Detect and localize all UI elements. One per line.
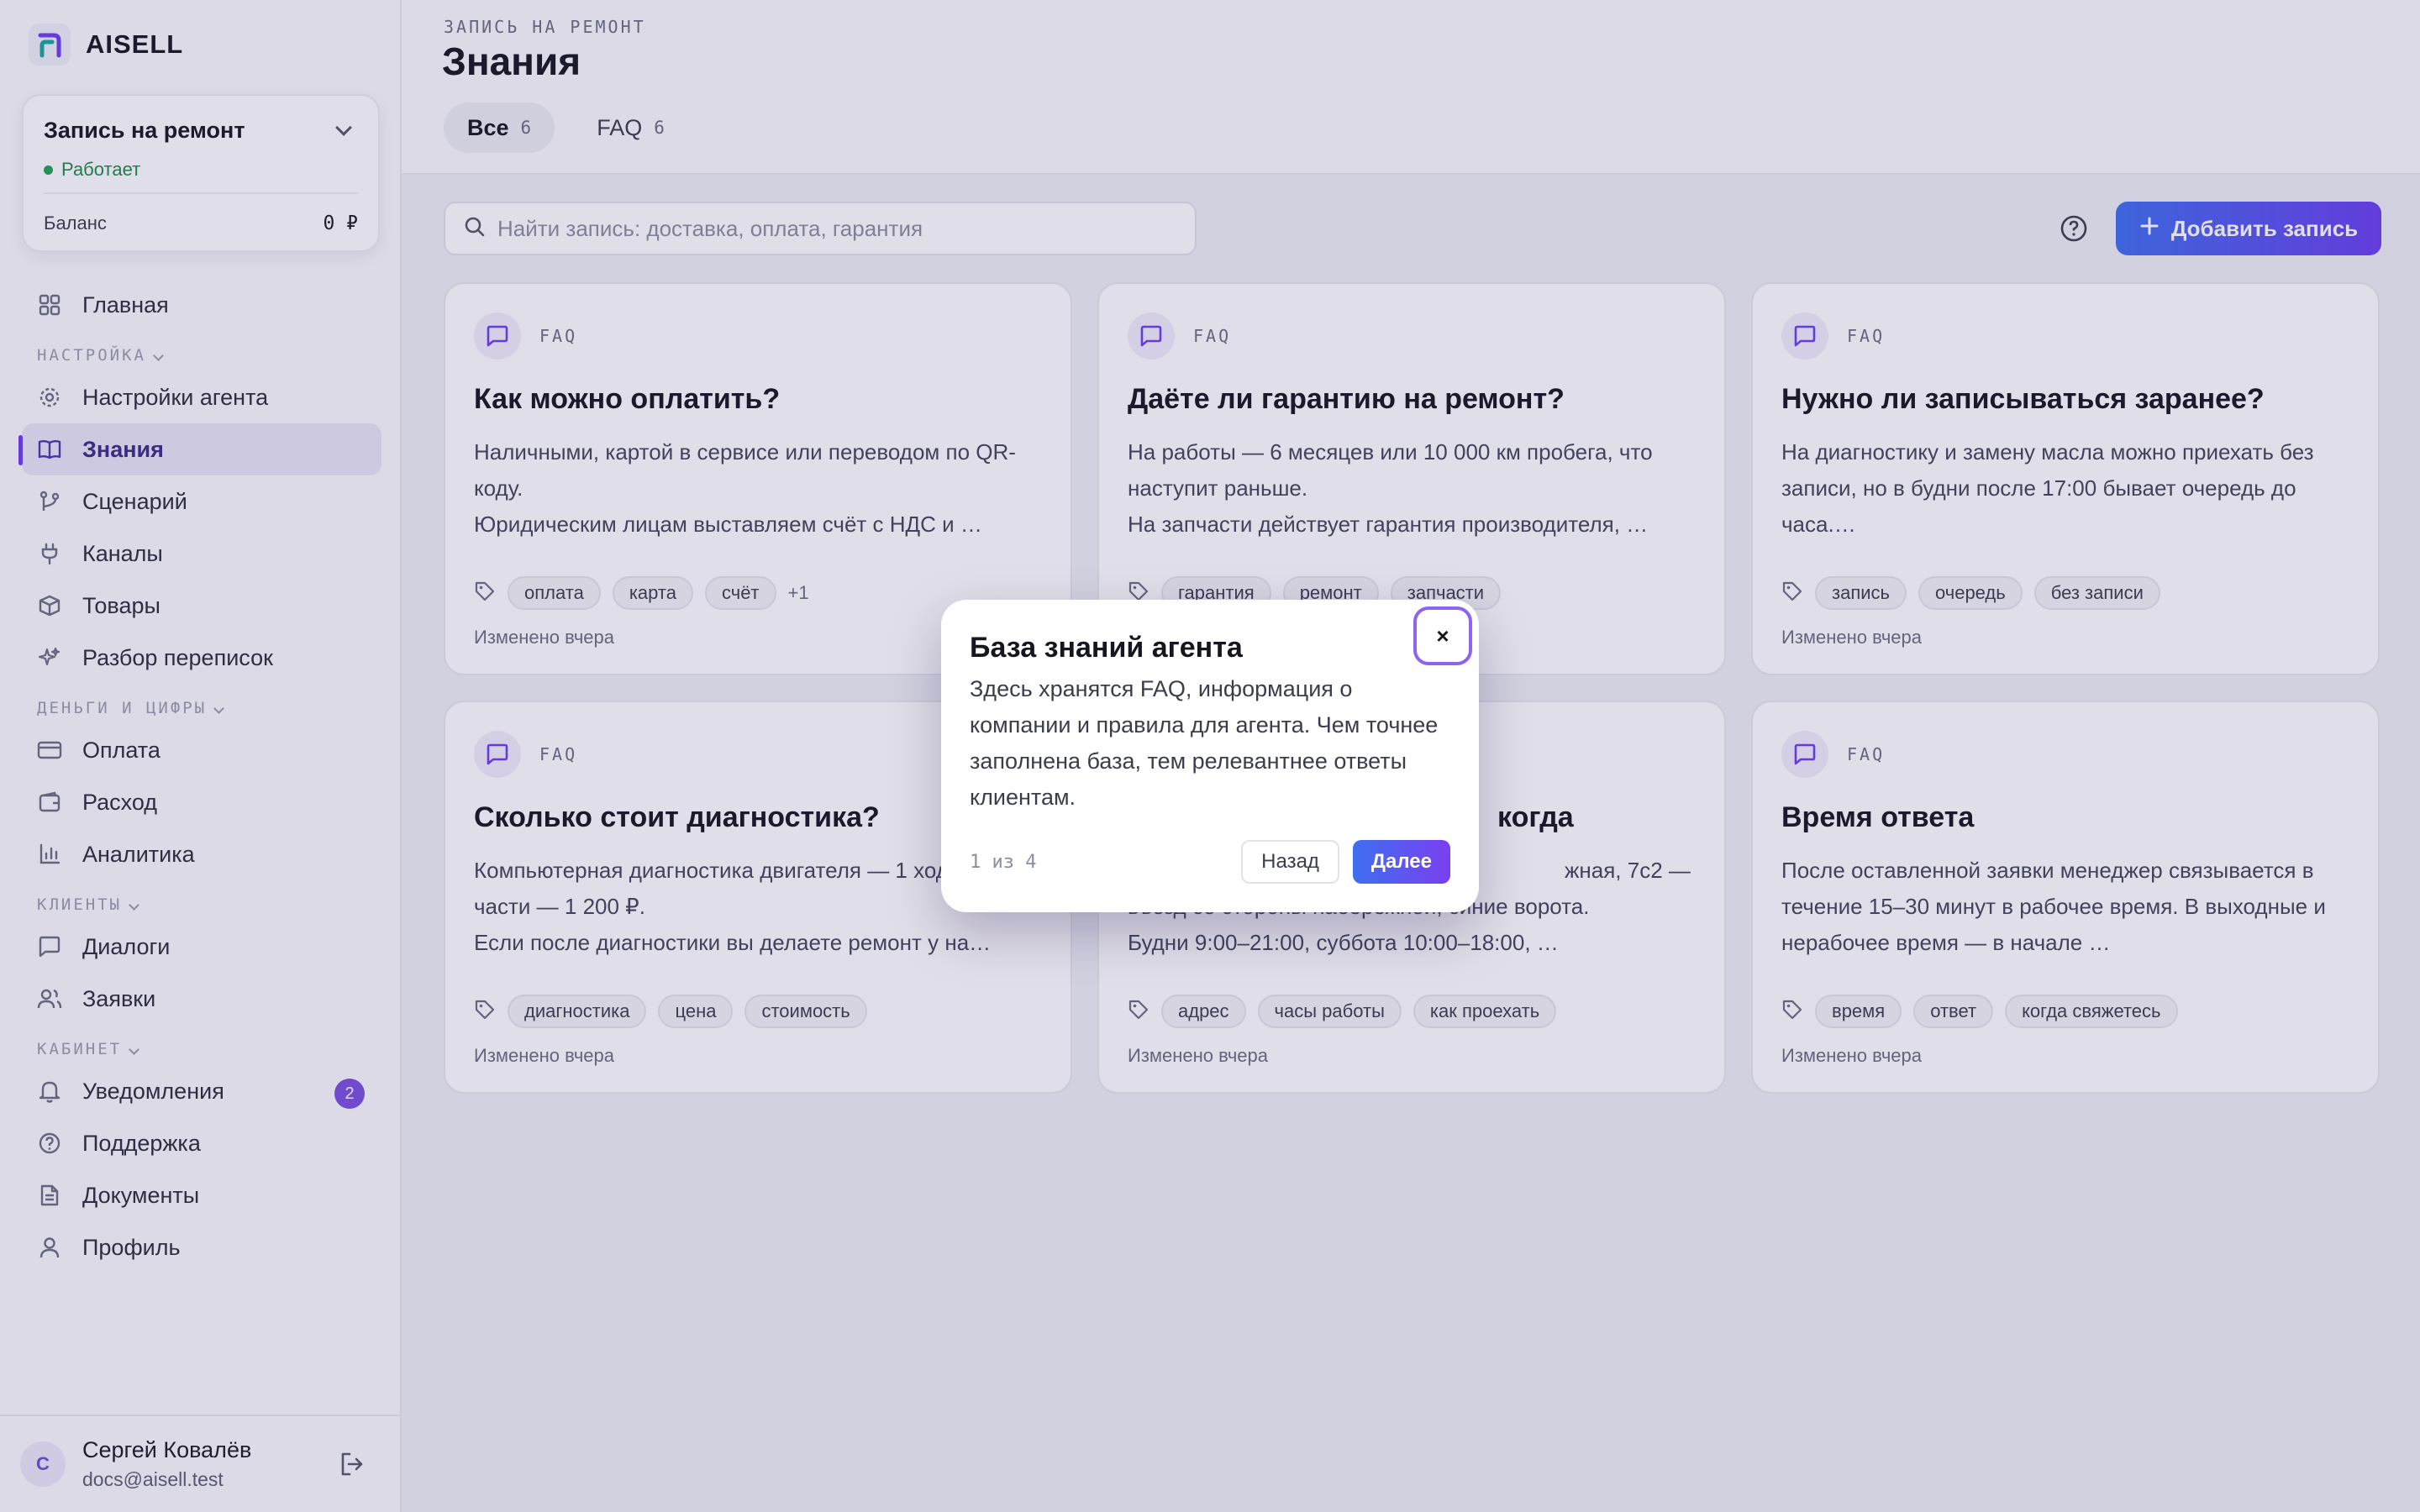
popover-title: База знаний агента (970, 632, 1243, 664)
step-indicator: 1 из 4 (970, 851, 1037, 873)
onboarding-popover: База знаний агента Здесь хранятся FAQ, и… (941, 600, 1479, 912)
close-button[interactable]: × (1413, 606, 1472, 665)
popover-footer: 1 из 4 Назад Далее (970, 840, 1450, 884)
popover-text: Здесь хранятся FAQ, информация о компани… (970, 676, 1439, 810)
back-button[interactable]: Назад (1241, 840, 1339, 884)
next-button[interactable]: Далее (1352, 840, 1450, 884)
